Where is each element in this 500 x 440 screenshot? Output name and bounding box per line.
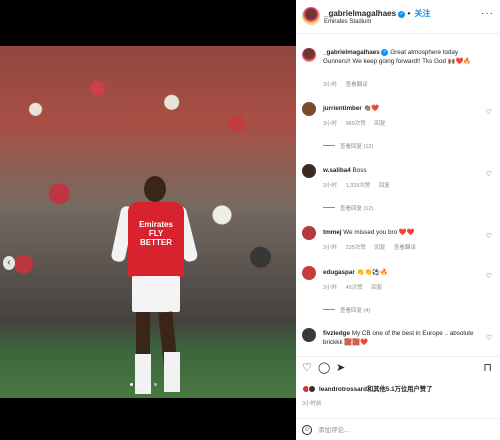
carousel-dot (142, 383, 145, 386)
share-icon[interactable]: ➤ (336, 363, 345, 374)
more-options-icon[interactable]: ··· (481, 8, 494, 19)
comment-likes[interactable]: 969次赞 (346, 121, 366, 127)
view-replies-button[interactable]: 查看回复 (12) (323, 142, 373, 150)
view-replies-button[interactable]: 查看回复 (4) (323, 306, 370, 314)
comment-username[interactable]: tmmej (323, 229, 342, 236)
author-username[interactable]: _gabrielmagalhaes (324, 9, 396, 18)
comment-username[interactable]: w.saliba4 (323, 167, 351, 174)
comment-username[interactable]: edugaspar (323, 269, 355, 276)
action-bar: ♡ ◯ ➤ ⊓ (296, 356, 500, 378)
carousel-dot (136, 383, 139, 386)
comment-likes[interactable]: 46次赞 (346, 285, 363, 291)
carousel-dot (154, 383, 157, 386)
post-header: _gabrielmagalhaes ✓ • 关注 Emirates Stadiu… (296, 0, 500, 34)
comment-text: Boss (352, 167, 367, 174)
post-time: 3小时前 (302, 401, 322, 407)
post-location[interactable]: Emirates Stadium (324, 19, 371, 25)
view-replies-button[interactable]: 查看回复 (12) (323, 204, 373, 212)
comment-likes[interactable]: 235次赞 (346, 245, 366, 251)
player-head (144, 176, 166, 202)
likes-summary[interactable]: leandrotrossard和其他5.1万位用户赞了 (302, 384, 432, 393)
save-icon[interactable]: ⊓ (483, 363, 492, 374)
comment-input[interactable] (318, 424, 488, 436)
author-avatar[interactable] (302, 7, 320, 25)
comment-likes[interactable]: 1,329次赞 (346, 183, 371, 189)
reply-button[interactable]: 回复 (371, 285, 382, 291)
comments-list: _gabrielmagalhaes ✓ Great atmosphere tod… (296, 36, 500, 350)
comment-icon[interactable]: ◯ (318, 363, 330, 374)
translate-link[interactable]: 查看翻译 (394, 245, 416, 251)
reply-button[interactable]: 回复 (374, 121, 385, 127)
post-side-panel: _gabrielmagalhaes ✓ • 关注 Emirates Stadiu… (296, 0, 500, 440)
commenter-avatar[interactable] (302, 164, 316, 178)
post-media[interactable]: Emirates FLY BETTER ‹ (0, 46, 296, 398)
commenter-avatar[interactable] (302, 266, 316, 280)
carousel-dot (130, 383, 133, 386)
verified-icon: ✓ (398, 11, 406, 18)
reply-button[interactable]: 回复 (374, 245, 385, 251)
verified-icon: ✓ (381, 49, 389, 56)
follow-button[interactable]: 关注 (415, 9, 431, 18)
likes-text: leandrotrossard和其他5.1万位用户赞了 (319, 386, 433, 393)
caption-time: 3小时 (323, 82, 338, 88)
comment-username[interactable]: jurrientimber (323, 105, 362, 112)
commenter-avatar[interactable] (302, 328, 316, 342)
comment-text: 👏🏽❤️ (363, 105, 380, 112)
caption-username[interactable]: _gabrielmagalhaes (323, 49, 380, 56)
carousel-dot (148, 383, 151, 386)
translate-link[interactable]: 查看翻译 (346, 82, 368, 88)
comment-username[interactable]: fivzledge (323, 330, 350, 337)
heart-icon[interactable]: ♡ (486, 334, 492, 342)
commenter-avatar[interactable] (302, 226, 316, 240)
heart-icon[interactable]: ♡ (486, 108, 492, 116)
add-comment-bar: ☺ (296, 418, 500, 440)
comment-text: 👏👏⚽🔥 (356, 269, 388, 276)
commenter-avatar[interactable] (302, 102, 316, 116)
shirt-sponsor: Emirates FLY BETTER (139, 220, 173, 247)
player-figure: Emirates FLY BETTER (110, 176, 199, 398)
like-icon[interactable]: ♡ (302, 363, 312, 374)
prev-media-button[interactable]: ‹ (3, 256, 15, 270)
heart-icon[interactable]: ♡ (486, 170, 492, 178)
heart-icon[interactable]: ♡ (486, 272, 492, 280)
heart-icon[interactable]: ♡ (486, 232, 492, 240)
comment-text: We missed you bro ❤️❤️ (343, 229, 415, 236)
liker-avatar (308, 384, 316, 393)
emoji-icon[interactable]: ☺ (302, 425, 312, 435)
carousel-dots (130, 383, 157, 386)
caption-avatar[interactable] (302, 48, 316, 62)
reply-button[interactable]: 回复 (379, 183, 390, 189)
